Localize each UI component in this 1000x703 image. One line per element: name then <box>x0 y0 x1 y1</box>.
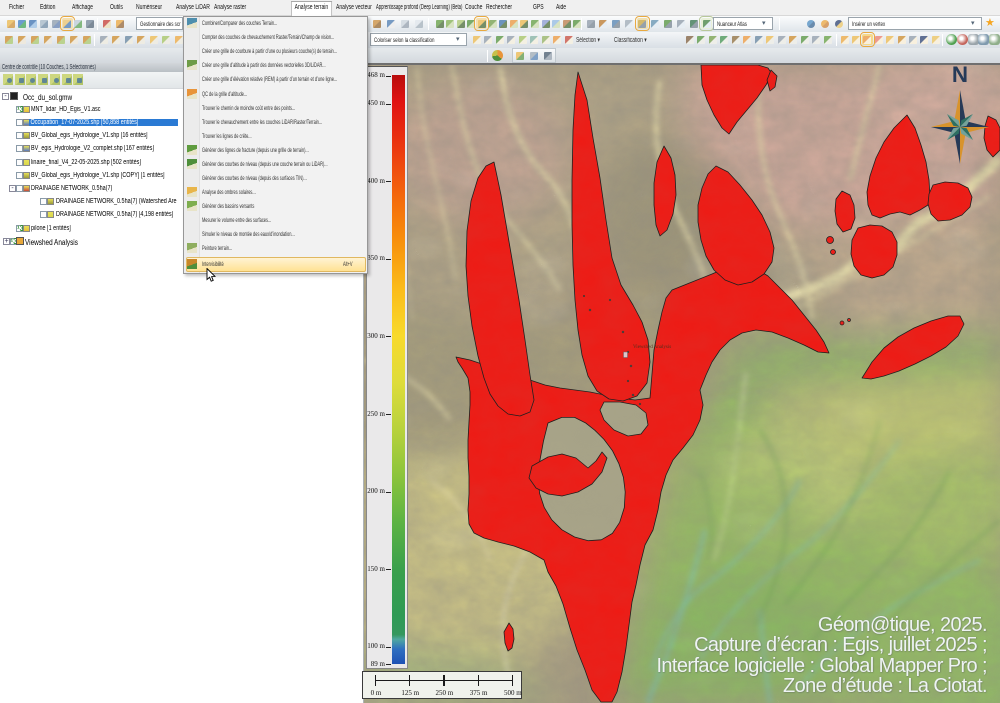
svg-text:Viewshed Analysis: Viewshed Analysis <box>633 345 671 350</box>
svg-text:N: N <box>952 65 968 87</box>
